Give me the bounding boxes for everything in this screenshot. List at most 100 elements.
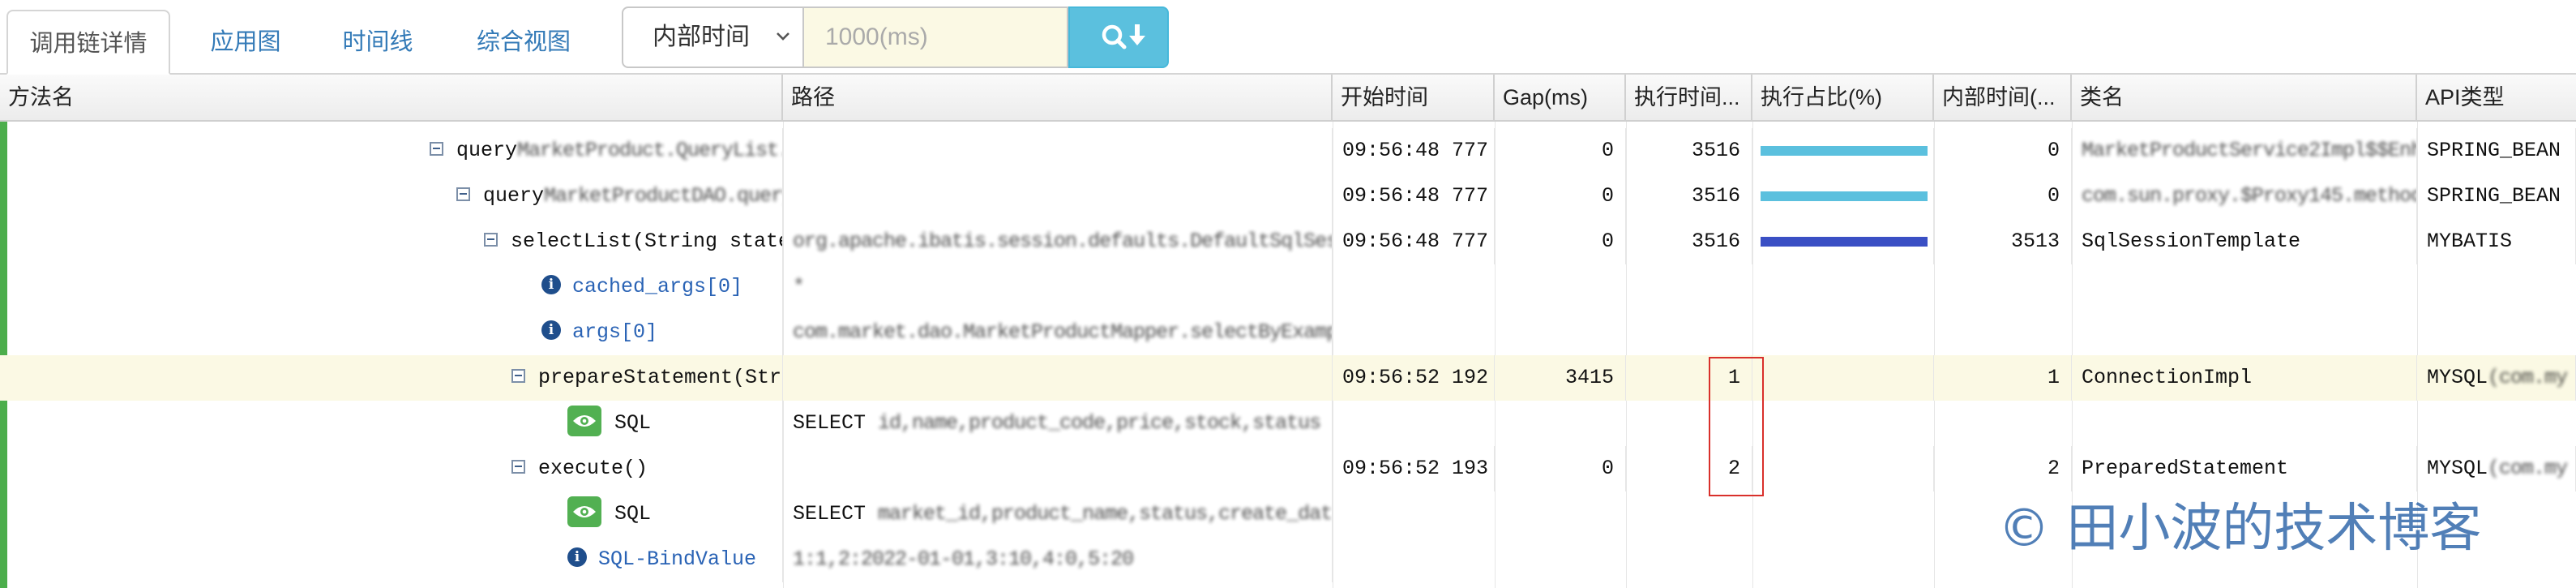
arrow-down-icon bbox=[1129, 24, 1145, 45]
exec-time: 3516 bbox=[1626, 174, 1752, 219]
watermark: © 田小波的技术博客 bbox=[1998, 499, 2482, 559]
method-name: prepareStatement(Str bbox=[538, 366, 782, 389]
col-self-time[interactable]: 内部时间(... bbox=[1934, 75, 2072, 120]
eye-icon[interactable] bbox=[567, 496, 601, 528]
api-type: MYSQL(com.my bbox=[2417, 355, 2576, 401]
info-icon: i bbox=[567, 547, 587, 568]
method-name: SQL bbox=[614, 411, 652, 435]
path-cell bbox=[783, 128, 1333, 174]
exec-ratio-cell bbox=[1752, 355, 1934, 401]
api-type: SPRING_BEAN bbox=[2417, 174, 2576, 219]
search-download-button[interactable] bbox=[1068, 6, 1169, 68]
sql-keyword: SELECT bbox=[793, 411, 867, 435]
tab-timeline[interactable]: 时间线 bbox=[323, 10, 433, 75]
path-cell: 1:1,2:2022-01-01,3:10,4:0,5:20 bbox=[783, 537, 1333, 582]
exec-time: 3516 bbox=[1626, 128, 1752, 174]
path-cell bbox=[783, 446, 1333, 491]
path-cell: SELECT market_id,product_name,status,cre… bbox=[783, 491, 1333, 537]
gap-value: 0 bbox=[1495, 446, 1626, 491]
time-type-select[interactable]: 内部时间 bbox=[622, 6, 804, 68]
eye-icon[interactable] bbox=[567, 406, 601, 437]
redacted-text: MarketProductService2Impl$$Enhancer bbox=[2082, 139, 2416, 162]
api-type: MYBATIS bbox=[2417, 219, 2576, 264]
collapse-toggle-icon[interactable] bbox=[511, 459, 525, 474]
api-type-text: MYSQL bbox=[2427, 457, 2488, 480]
col-api-type[interactable]: API类型 bbox=[2417, 75, 2576, 120]
col-method-name[interactable]: 方法名 bbox=[0, 75, 783, 120]
self-time: 2 bbox=[1934, 446, 2072, 491]
redacted-text: MarketProductDAO.query(int bbox=[544, 184, 783, 208]
highlight-box bbox=[1709, 357, 1764, 496]
table-row[interactable]: selectList(String state org.apache.ibati… bbox=[0, 219, 2576, 264]
method-name: cached_args[0] bbox=[572, 275, 743, 298]
exec-ratio-cell bbox=[1752, 174, 1934, 219]
table-row[interactable]: i args[0] com.market.dao.MarketProductMap… bbox=[0, 310, 2576, 355]
method-name: args[0] bbox=[572, 320, 658, 344]
tab-overview[interactable]: 综合视图 bbox=[454, 10, 593, 75]
time-type-value: 内部时间 bbox=[653, 24, 750, 50]
col-start-time[interactable]: 开始时间 bbox=[1333, 75, 1495, 120]
table-row[interactable]: execute() 09:56:52 193 0 2 2 PreparedSta… bbox=[0, 446, 2576, 491]
redacted-text: 1:1,2:2022-01-01,3:10,4:0,5:20 bbox=[793, 547, 1134, 571]
method-name: SQL bbox=[614, 502, 652, 526]
redacted-text: com.market.dao.MarketProductMapper.selec… bbox=[793, 320, 1332, 344]
class-name: ConnectionImpl bbox=[2072, 355, 2417, 401]
api-type: SPRING_BEAN bbox=[2417, 128, 2576, 174]
self-time: 0 bbox=[1934, 128, 2072, 174]
exec-ratio-cell bbox=[1752, 219, 1934, 264]
method-name: execute() bbox=[538, 457, 648, 480]
info-icon: i bbox=[541, 320, 561, 341]
class-name: com.sun.proxy.$Proxy145.method.de bbox=[2072, 174, 2417, 219]
exec-ratio-cell bbox=[1752, 446, 1934, 491]
redacted-text: com.sun.proxy.$Proxy145.method.de bbox=[2082, 184, 2416, 208]
class-name: PreparedStatement bbox=[2072, 446, 2417, 491]
info-icon: i bbox=[541, 275, 561, 295]
col-exec-ratio[interactable]: 执行占比(%) bbox=[1752, 75, 1934, 120]
start-time: 09:56:48 777 bbox=[1333, 128, 1495, 174]
collapse-toggle-icon[interactable] bbox=[430, 141, 443, 156]
method-name: query bbox=[483, 184, 545, 208]
grid-header: 方法名 路径 开始时间 Gap(ms) 执行时间... 执行占比(%) 内部时间… bbox=[0, 75, 2576, 122]
col-class-name[interactable]: 类名 bbox=[2072, 75, 2417, 120]
col-gap[interactable]: Gap(ms) bbox=[1495, 75, 1626, 120]
method-name: SQL-BindValue bbox=[598, 547, 757, 571]
toolbar: 调用链详情 应用图 时间线 综合视图 内部时间 1000(ms) bbox=[0, 0, 2576, 75]
table-row[interactable]: i cached_args[0] * bbox=[0, 264, 2576, 310]
collapse-toggle-icon[interactable] bbox=[484, 232, 498, 247]
sql-keyword: SELECT bbox=[793, 502, 867, 526]
method-name: query bbox=[456, 139, 518, 162]
class-name: MarketProductService2Impl$$Enhancer bbox=[2072, 128, 2417, 174]
exec-ratio-bar bbox=[1761, 191, 1928, 201]
api-type: MYSQL(com.my bbox=[2417, 446, 2576, 491]
table-row[interactable]: queryMarketProductDAO.query(int 09:56:48… bbox=[0, 174, 2576, 219]
table-row[interactable]: queryMarketProduct.QueryList.query 09:56… bbox=[0, 128, 2576, 174]
start-time: 09:56:52 192 bbox=[1333, 355, 1495, 401]
redacted-text: market_id,product_name,status,create_dat bbox=[878, 502, 1333, 526]
chevron-down-icon bbox=[775, 8, 791, 67]
start-time: 09:56:48 777 bbox=[1333, 174, 1495, 219]
table-row-selected[interactable]: prepareStatement(Str 09:56:52 192 3415 1… bbox=[0, 355, 2576, 401]
tab-app-graph[interactable]: 应用图 bbox=[182, 10, 309, 75]
collapse-toggle-icon[interactable] bbox=[511, 368, 525, 383]
table-row[interactable]: SQL SELECT id,name,product_code,price,st… bbox=[0, 401, 2576, 446]
collapse-toggle-icon[interactable] bbox=[456, 187, 470, 201]
path-cell: org.apache.ibatis.session.defaults.Defau… bbox=[783, 219, 1333, 264]
self-time: 0 bbox=[1934, 174, 2072, 219]
gap-value: 0 bbox=[1495, 128, 1626, 174]
path-cell bbox=[783, 355, 1333, 401]
method-name: selectList(String state bbox=[511, 230, 783, 253]
search-icon bbox=[1102, 24, 1145, 49]
redacted-text: MarketProduct.QueryList.query bbox=[517, 139, 782, 162]
class-name: SqlSessionTemplate bbox=[2072, 219, 2417, 264]
tab-call-chain-detail[interactable]: 调用链详情 bbox=[6, 10, 170, 75]
self-time: 1 bbox=[1934, 355, 2072, 401]
redacted-text: (com.my bbox=[2488, 457, 2568, 480]
threshold-input[interactable]: 1000(ms) bbox=[804, 6, 1068, 68]
path-cell: com.market.dao.MarketProductMapper.selec… bbox=[783, 310, 1333, 355]
col-path[interactable]: 路径 bbox=[783, 75, 1333, 120]
exec-ratio-bar bbox=[1761, 146, 1928, 156]
redacted-text: org.apache.ibatis.session.defaults.Defau… bbox=[793, 230, 1333, 253]
path-cell: * bbox=[783, 264, 1333, 310]
exec-ratio-cell bbox=[1752, 128, 1934, 174]
col-exec-time[interactable]: 执行时间... bbox=[1626, 75, 1752, 120]
